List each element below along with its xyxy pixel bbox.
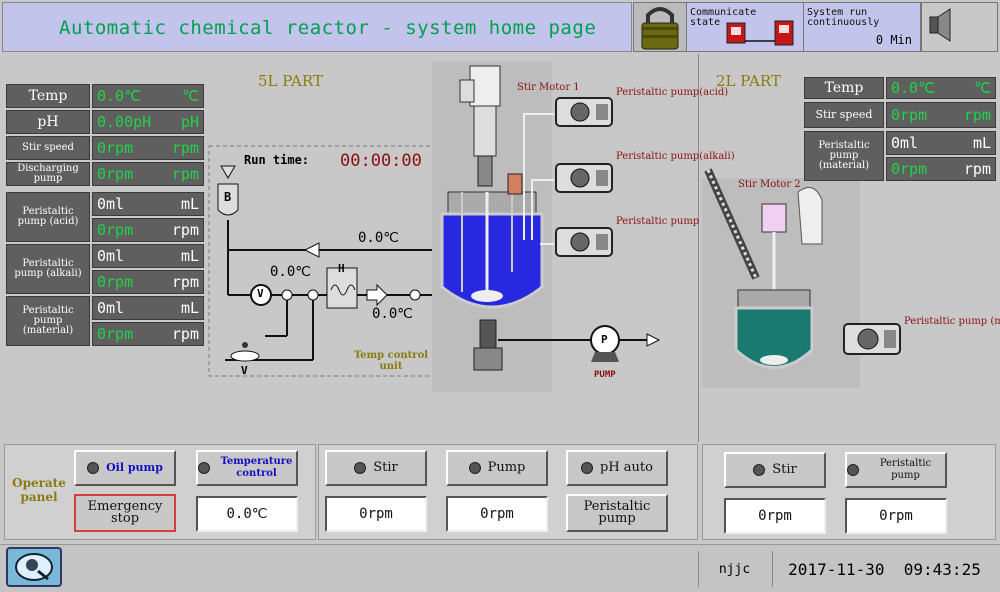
- tank-b-label: B: [224, 190, 232, 204]
- datetime: 2017-11-30 09:43:25: [772, 551, 996, 587]
- pp-material-label: Peristaltic pump (material): [6, 296, 90, 346]
- operate-panel-label: Operate panel: [12, 476, 66, 504]
- flow-arrow-right-icon: [366, 283, 388, 307]
- peristaltic-pump-2l-button[interactable]: Peristaltic pump: [845, 452, 947, 488]
- stir-motor-2-icon: [761, 203, 787, 233]
- pp-acid-ml: 0ml mL: [92, 192, 204, 216]
- funnel-icon: [220, 165, 236, 179]
- pp-alkali-rpm: 0rpm rpm: [92, 270, 204, 294]
- title-bar: Automatic chemical reactor - system home…: [2, 2, 632, 52]
- temp-b-value: 0.0℃: [358, 230, 400, 246]
- pp-material-2l-rpm: 0rpm rpm: [886, 157, 996, 181]
- pp-2l-display: 0rpm: [845, 498, 947, 534]
- stir-motor-1-label: Stir Motor 1: [517, 82, 580, 93]
- emergency-stop-button[interactable]: Emergency stop: [74, 494, 176, 532]
- stir-speed-display: 0rpm: [325, 496, 427, 532]
- status-bar: njjc 2017-11-30 09:43:25: [0, 544, 1000, 592]
- peristaltic-pump-button[interactable]: Peristaltic pump: [566, 494, 668, 532]
- status-indicator-icon: [198, 462, 210, 474]
- temp-v-value: 0.0℃: [270, 264, 312, 280]
- pp-material-2-diagram-label: Peristaltic pump (material): [904, 316, 1000, 327]
- status-indicator-icon: [87, 462, 100, 474]
- magnifier-icon: [15, 553, 53, 581]
- reactor-2l-icon: [702, 168, 860, 388]
- ph-label: pH: [6, 110, 90, 134]
- speaker-icon: [929, 8, 951, 42]
- computers-icon: [726, 20, 794, 46]
- temp-2l-value: 0.0℃ ℃: [886, 77, 996, 99]
- pp-material-2l-ml: 0ml mL: [886, 131, 996, 155]
- temp-label: Temp: [6, 84, 90, 108]
- valve-v2-label: V: [241, 364, 248, 377]
- stir-button[interactable]: Stir: [325, 450, 427, 486]
- pp-acid-rpm: 0rpm rpm: [92, 218, 204, 242]
- heater-h-label: H: [338, 262, 345, 275]
- flow-arrow-left-icon: [303, 242, 320, 258]
- temp-control-unit-label: Temp control unit: [353, 350, 429, 372]
- hmi-screen: Automatic chemical reactor - system home…: [0, 0, 1000, 592]
- status-indicator-icon: [468, 462, 481, 474]
- lock-button[interactable]: [633, 2, 687, 52]
- divider: [698, 54, 699, 442]
- stir-speed-label: Stir speed: [6, 136, 90, 160]
- pp-alkali-label: Peristaltic pump (alkali): [6, 244, 90, 294]
- pp-material-ml: 0ml mL: [92, 296, 204, 320]
- stir-speed-2l-label: Stir speed: [804, 102, 884, 128]
- page-title: Automatic chemical reactor - system home…: [59, 17, 597, 39]
- temperature-control-button[interactable]: Temperature control: [196, 450, 298, 486]
- user-label: njjc: [698, 551, 770, 587]
- pump-button[interactable]: Pump: [446, 450, 548, 486]
- status-indicator-icon: [354, 462, 367, 474]
- stir-motor-2-label: Stir Motor 2: [738, 179, 801, 190]
- system-run-status: System run continuously 0 Min: [803, 2, 921, 52]
- 5l-part-title: 5L PART: [258, 72, 323, 90]
- stir-2l-display: 0rpm: [724, 498, 826, 534]
- status-indicator-icon: [581, 462, 594, 474]
- pp-alkali-ml: 0ml mL: [92, 244, 204, 268]
- stir-speed-value: 0rpm rpm: [92, 136, 204, 160]
- status-indicator-icon: [847, 464, 859, 476]
- temp-value: 0.0℃ ℃: [92, 84, 204, 108]
- ph-auto-button[interactable]: pH auto: [566, 450, 668, 486]
- pump-pipes: [498, 113, 592, 341]
- temp-2l-label: Temp: [804, 77, 884, 99]
- temp-control-diagram: [208, 145, 440, 377]
- padlock-icon: [641, 7, 679, 50]
- pp-material-2l-label: Peristaltic pump (material): [804, 131, 884, 181]
- settings-button[interactable]: [6, 547, 62, 587]
- pump-speed-display: 0rpm: [446, 496, 548, 532]
- temp-h-value: 0.0℃: [372, 306, 414, 322]
- discharging-pump-value: 0rpm rpm: [92, 162, 204, 186]
- communicate-state: Communicate state: [686, 2, 804, 52]
- pp-acid-diagram-label: Peristaltic pump(acid): [616, 87, 729, 98]
- temperature-display: 0.0℃: [196, 496, 298, 532]
- valve-v-label: V: [257, 287, 264, 300]
- oil-pump-button[interactable]: Oil pump: [74, 450, 176, 486]
- ph-value: 0.00pH pH: [92, 110, 204, 134]
- pp-material-rpm: 0rpm rpm: [92, 322, 204, 346]
- pp-acid-label: Peristaltic pump (acid): [6, 192, 90, 242]
- sound-button[interactable]: [921, 2, 998, 52]
- stir-speed-2l-value: 0rpm rpm: [886, 102, 996, 128]
- discharge-pump-icon: [590, 325, 661, 362]
- stir-2l-button[interactable]: Stir: [724, 452, 826, 488]
- pump-label: PUMP: [594, 370, 616, 380]
- peristaltic-pump-material-2-icon: [843, 323, 901, 355]
- system-run-label: System run continuously: [807, 7, 880, 28]
- status-indicator-icon: [753, 464, 766, 476]
- discharging-pump-label: Discharging pump: [6, 162, 90, 186]
- system-run-value: 0 Min: [875, 33, 912, 47]
- pump-p-label: P: [601, 333, 608, 346]
